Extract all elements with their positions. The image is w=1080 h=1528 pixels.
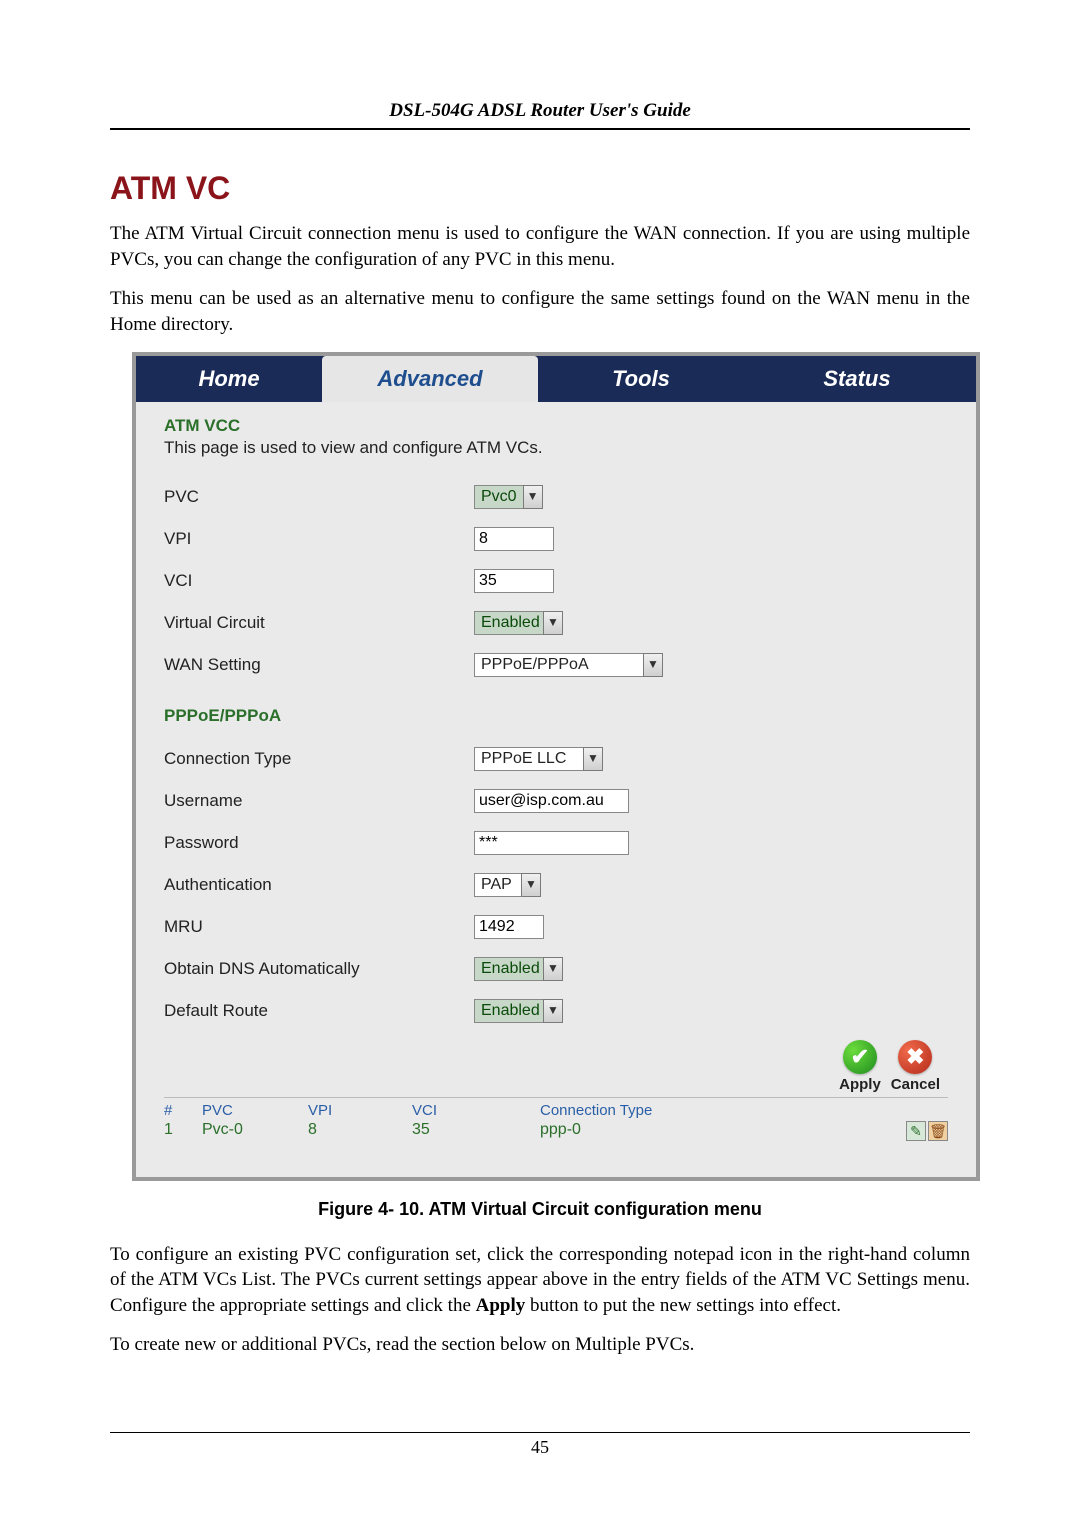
cell-vpi: 8 — [308, 1121, 412, 1141]
chevron-down-icon[interactable]: ▼ — [543, 611, 563, 635]
router-config-panel: Home Advanced Tools Status Help ATM VCC … — [132, 352, 980, 1181]
tab-home[interactable]: Home — [136, 356, 322, 402]
input-vpi[interactable] — [474, 527, 554, 551]
pvc-list-header: # PVC VPI VCI Connection Type — [164, 1097, 948, 1119]
subsection-pppoe: PPPoE/PPPoA — [164, 706, 948, 726]
chevron-down-icon[interactable]: ▼ — [583, 747, 603, 771]
label-vci: VCI — [164, 571, 474, 591]
label-password: Password — [164, 833, 474, 853]
cell-connection-type: ppp-0 — [540, 1121, 888, 1141]
label-virtual-circuit: Virtual Circuit — [164, 613, 474, 633]
edit-icon[interactable]: ✎ — [906, 1121, 926, 1141]
input-mru[interactable] — [474, 915, 544, 939]
row-wan-setting: WAN Setting PPPoE/PPPoA ▼ — [164, 646, 948, 684]
tab-status[interactable]: Status — [744, 356, 970, 402]
row-mru: MRU — [164, 908, 948, 946]
group-title-atm-vcc: ATM VCC — [164, 416, 948, 436]
panel-body: ATM VCC This page is used to view and co… — [136, 402, 976, 1177]
label-username: Username — [164, 791, 474, 811]
delete-icon[interactable]: 🗑 — [928, 1121, 948, 1141]
chevron-down-icon[interactable]: ▼ — [543, 999, 563, 1023]
label-vpi: VPI — [164, 529, 474, 549]
row-vpi: VPI — [164, 520, 948, 558]
cell-num: 1 — [164, 1121, 202, 1141]
paragraph-intro-1: The ATM Virtual Circuit connection menu … — [110, 221, 970, 272]
col-num: # — [164, 1102, 202, 1119]
select-obtain-dns[interactable]: Enabled — [474, 957, 544, 981]
row-default-route: Default Route Enabled ▼ — [164, 992, 948, 1030]
row-virtual-circuit: Virtual Circuit Enabled ▼ — [164, 604, 948, 642]
select-wan-setting[interactable]: PPPoE/PPPoA — [474, 653, 644, 677]
chevron-down-icon[interactable]: ▼ — [523, 485, 543, 509]
select-virtual-circuit[interactable]: Enabled — [474, 611, 544, 635]
tab-bar: Home Advanced Tools Status Help — [136, 356, 976, 402]
row-obtain-dns: Obtain DNS Automatically Enabled ▼ — [164, 950, 948, 988]
input-username[interactable] — [474, 789, 629, 813]
label-mru: MRU — [164, 917, 474, 937]
page-number: 45 — [531, 1437, 549, 1457]
tab-tools[interactable]: Tools — [538, 356, 744, 402]
cell-vci: 35 — [412, 1121, 540, 1141]
paragraph-after-1: To configure an existing PVC configurati… — [110, 1242, 970, 1319]
select-default-route[interactable]: Enabled — [474, 999, 544, 1023]
tab-advanced[interactable]: Advanced — [322, 356, 538, 402]
row-pvc: PVC Pvc0 ▼ — [164, 478, 948, 516]
label-authentication: Authentication — [164, 875, 474, 895]
chevron-down-icon[interactable]: ▼ — [521, 873, 541, 897]
page-footer: 45 — [110, 1432, 970, 1458]
row-authentication: Authentication PAP ▼ — [164, 866, 948, 904]
tab-help[interactable]: Help — [970, 356, 1080, 402]
select-authentication[interactable]: PAP — [474, 873, 522, 897]
pvc-list-row: 1 Pvc-0 8 35 ppp-0 ✎🗑 — [164, 1119, 948, 1155]
paragraph-intro-2: This menu can be used as an alternative … — [110, 286, 970, 337]
col-vci: VCI — [412, 1102, 540, 1119]
row-connection-type: Connection Type PPPoE LLC ▼ — [164, 740, 948, 778]
action-buttons-row: ✔ Apply ✖ Cancel — [164, 1034, 948, 1097]
apply-button[interactable]: ✔ Apply — [839, 1040, 881, 1093]
col-pvc: PVC — [202, 1102, 308, 1119]
document-header: DSL-504G ADSL Router User's Guide — [110, 100, 970, 130]
select-connection-type[interactable]: PPPoE LLC — [474, 747, 584, 771]
label-default-route: Default Route — [164, 1001, 474, 1021]
row-vci: VCI — [164, 562, 948, 600]
cell-pvc: Pvc-0 — [202, 1121, 308, 1141]
section-title: ATM VC — [110, 170, 970, 207]
label-wan-setting: WAN Setting — [164, 655, 474, 675]
row-username: Username — [164, 782, 948, 820]
row-password: Password — [164, 824, 948, 862]
cancel-button[interactable]: ✖ Cancel — [891, 1040, 940, 1093]
input-password[interactable] — [474, 831, 629, 855]
check-icon: ✔ — [843, 1040, 877, 1074]
cancel-button-label: Cancel — [891, 1076, 940, 1093]
para3-part-b: button to put the new settings into effe… — [525, 1295, 841, 1316]
chevron-down-icon[interactable]: ▼ — [643, 653, 663, 677]
input-vci[interactable] — [474, 569, 554, 593]
select-pvc[interactable]: Pvc0 — [474, 485, 524, 509]
label-obtain-dns: Obtain DNS Automatically — [164, 959, 474, 979]
figure-caption: Figure 4- 10. ATM Virtual Circuit config… — [110, 1199, 970, 1220]
para3-apply-bold: Apply — [476, 1295, 526, 1316]
col-actions — [888, 1102, 948, 1119]
col-connection-type: Connection Type — [540, 1102, 888, 1119]
col-vpi: VPI — [308, 1102, 412, 1119]
paragraph-after-2: To create new or additional PVCs, read t… — [110, 1332, 970, 1358]
chevron-down-icon[interactable]: ▼ — [543, 957, 563, 981]
label-connection-type: Connection Type — [164, 749, 474, 769]
label-pvc: PVC — [164, 487, 474, 507]
group-description: This page is used to view and configure … — [164, 438, 948, 458]
cell-actions: ✎🗑 — [888, 1121, 948, 1141]
close-icon: ✖ — [898, 1040, 932, 1074]
apply-button-label: Apply — [839, 1076, 881, 1093]
